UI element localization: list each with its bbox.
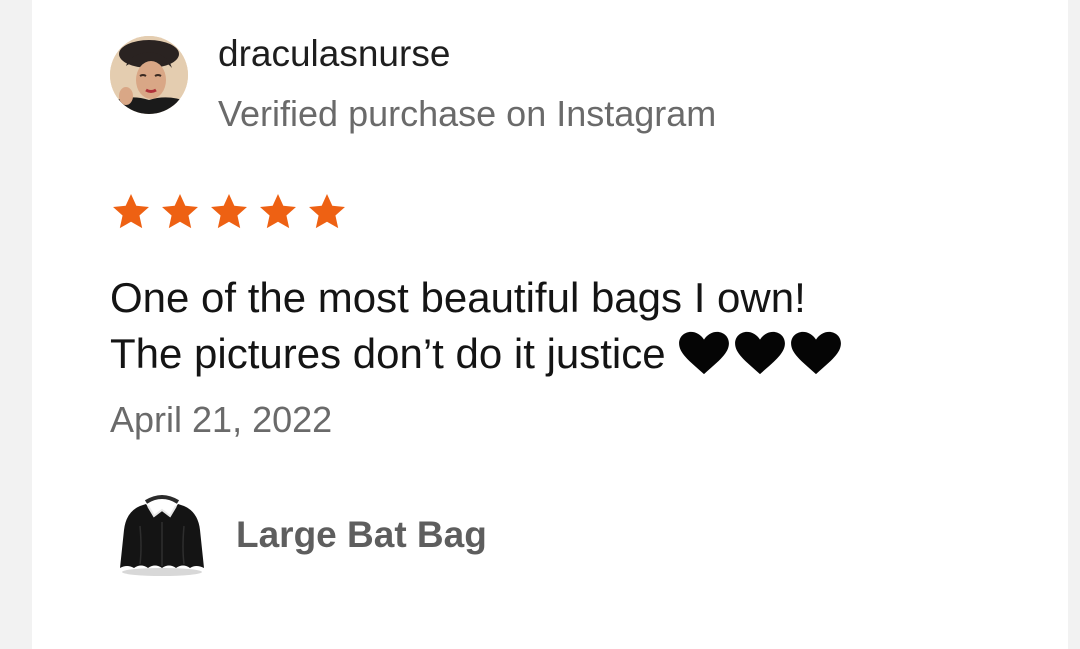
author-avatar[interactable] <box>110 36 188 114</box>
star-icon <box>162 194 198 229</box>
black-heart-icon <box>734 331 785 375</box>
review-text: One of the most beautiful bags I own! Th… <box>110 270 1010 382</box>
product-link[interactable]: Large Bat Bag <box>110 490 487 580</box>
star-icon <box>260 194 296 229</box>
star-icon <box>211 194 247 229</box>
review-text-line: One of the most beautiful bags I own! <box>110 274 806 321</box>
emoji-group <box>676 330 844 376</box>
verified-purchase-label: Verified purchase on Instagram <box>218 93 717 134</box>
review-date: April 21, 2022 <box>110 399 333 440</box>
author-username[interactable]: draculasnurse <box>218 30 450 78</box>
black-heart-icon <box>678 331 729 375</box>
review-text-line: The pictures don’t do it justice <box>110 330 666 377</box>
bat-bag-icon[interactable] <box>110 490 214 580</box>
review-card: draculasnurse Verified purchase on Insta… <box>32 0 1068 649</box>
review-text-line-with-emoji: The pictures don’t do it justice <box>110 326 1010 382</box>
star-icon <box>113 194 149 229</box>
star-icon <box>309 194 345 229</box>
product-name[interactable]: Large Bat Bag <box>236 514 487 556</box>
black-heart-icon <box>790 331 841 375</box>
star-rating <box>108 190 350 234</box>
user-avatar-photo-icon <box>110 36 188 114</box>
